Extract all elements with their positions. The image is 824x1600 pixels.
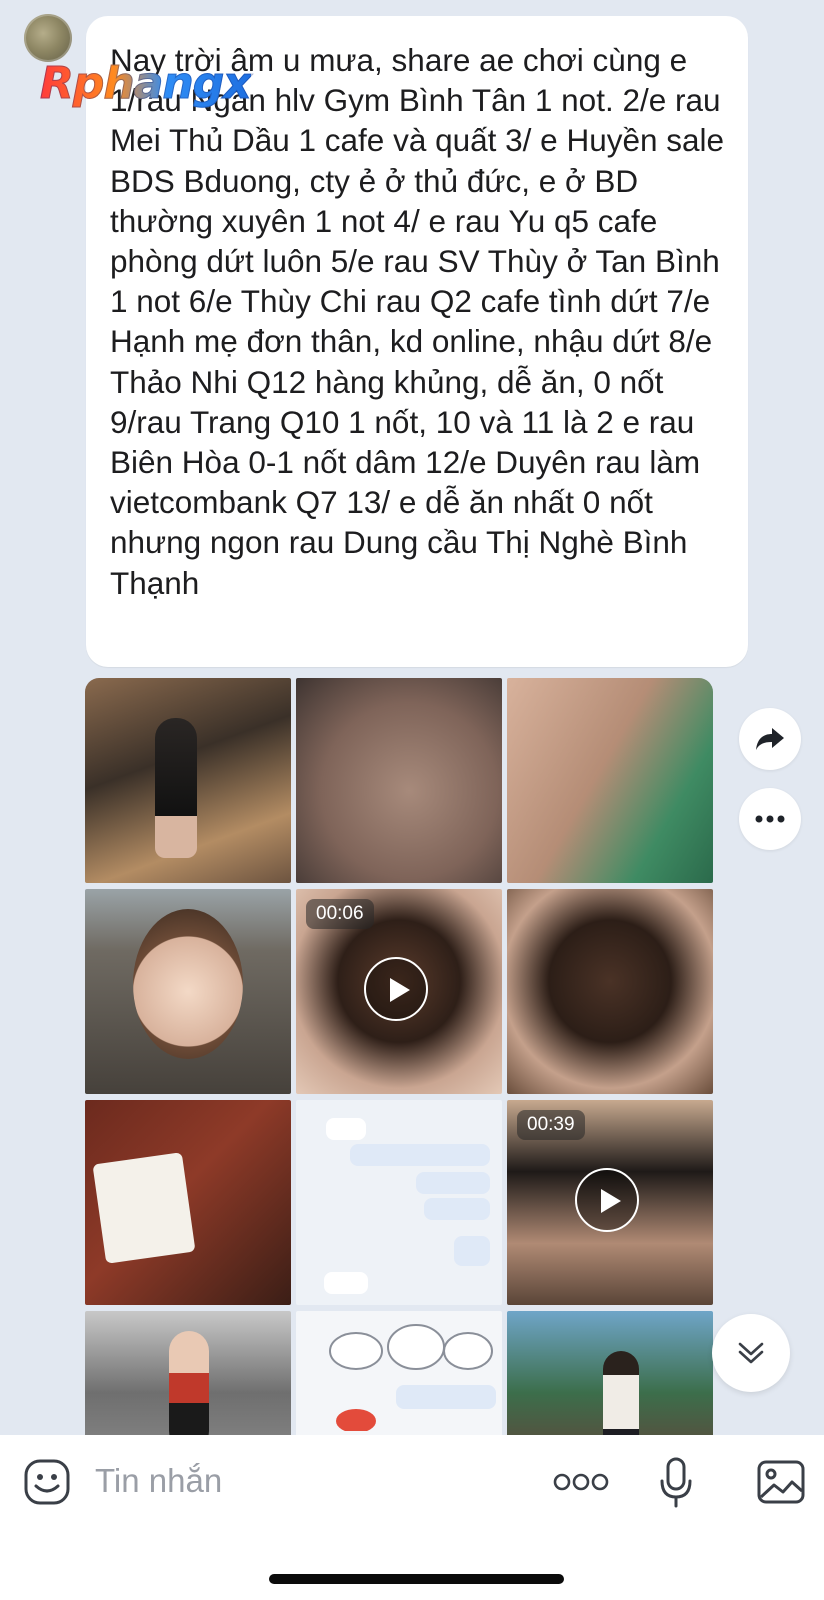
media-photo[interactable] [296, 678, 502, 883]
play-icon[interactable] [364, 957, 428, 1021]
video-duration-badge: 00:06 [306, 899, 374, 929]
video-duration-badge: 00:39 [517, 1110, 585, 1140]
play-icon[interactable] [575, 1168, 639, 1232]
photo-subject [133, 909, 243, 1059]
media-video[interactable]: 00:39 [507, 1100, 713, 1305]
scroll-down-icon [738, 1342, 764, 1364]
sticker-icon [329, 1324, 496, 1433]
chat-bubble-shape [454, 1236, 490, 1266]
media-photo[interactable] [85, 1100, 291, 1305]
gallery-button[interactable] [756, 1457, 806, 1507]
emoji-button[interactable] [22, 1457, 72, 1507]
photo-subject [169, 1331, 209, 1451]
image-icon [757, 1460, 805, 1504]
microphone-icon [660, 1457, 692, 1508]
chat-bubble-shape [324, 1272, 368, 1294]
voice-message-button[interactable] [658, 1457, 694, 1509]
scroll-to-bottom-button[interactable] [712, 1314, 790, 1392]
photo-subject [155, 718, 197, 858]
share-button[interactable] [739, 708, 801, 770]
emoji-icon [24, 1459, 70, 1505]
message-bubble: Nay trời âm u mưa, share ae chơi cùng e … [86, 16, 748, 667]
more-actions-button[interactable] [552, 1467, 610, 1497]
share-arrow-icon [756, 728, 784, 750]
home-indicator [269, 1574, 564, 1584]
chat-bubble-shape [424, 1198, 490, 1220]
more-icon [755, 815, 785, 823]
media-screenshot[interactable] [296, 1100, 502, 1305]
photo-subject [92, 1152, 196, 1264]
sender-avatar[interactable] [24, 14, 72, 62]
media-photo[interactable] [507, 889, 713, 1094]
media-photo[interactable] [85, 889, 291, 1094]
media-grid: 00:06 00:39 [85, 678, 713, 1516]
message-text: Nay trời âm u mưa, share ae chơi cùng e … [110, 42, 733, 601]
more-dots-icon [553, 1473, 609, 1491]
chat-bubble-shape [326, 1118, 366, 1140]
message-input[interactable] [95, 1461, 515, 1501]
media-photo[interactable] [85, 678, 291, 883]
media-video[interactable]: 00:06 [296, 889, 502, 1094]
chat-bubble-shape [416, 1172, 490, 1194]
media-photo[interactable] [507, 678, 713, 883]
chat-bubble-shape [350, 1144, 490, 1166]
more-options-button[interactable] [739, 788, 801, 850]
